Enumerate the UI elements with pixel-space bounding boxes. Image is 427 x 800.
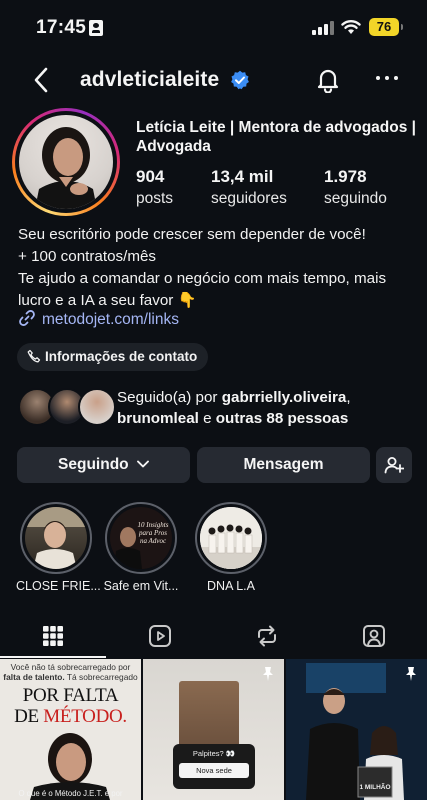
- followed-by-user[interactable]: brunomleal: [117, 410, 199, 427]
- highlight-dna[interactable]: DNA L.A: [191, 502, 271, 593]
- posts-grid: Você não tá sobrecarregado por falta de …: [0, 659, 427, 800]
- post-thumbnail[interactable]: Você não tá sobrecarregado por falta de …: [0, 659, 141, 800]
- stat-followers[interactable]: 13,4 mil seguidores: [211, 167, 287, 208]
- back-arrow-icon[interactable]: [30, 66, 52, 94]
- highlight-label: CLOSE FRIE...: [16, 579, 101, 593]
- tab-reels[interactable]: [107, 614, 213, 658]
- post-thumbnail[interactable]: Palpites? 👀 Nova sede: [143, 659, 284, 800]
- highlight-safe-art-text: 10 Insights para Pros na Advoc: [137, 521, 169, 545]
- stat-posts[interactable]: 904 posts: [136, 167, 173, 208]
- mutual-followers-avatars[interactable]: [18, 388, 118, 428]
- stat-posts-label: posts: [136, 190, 174, 207]
- followed-by-user[interactable]: gabrrielly.oliveira: [222, 389, 347, 406]
- following-button-label: Seguindo: [58, 456, 129, 473]
- repost-icon: [258, 625, 276, 647]
- profile-content-tabs: [0, 614, 427, 658]
- tab-reposts[interactable]: [214, 614, 320, 658]
- post-top-line-bold: falta de talento.: [3, 672, 65, 682]
- wifi-icon: [341, 20, 361, 34]
- more-options-icon[interactable]: [376, 76, 398, 82]
- link-icon: [19, 310, 35, 326]
- highlight-label: Safe em Vit...: [103, 579, 179, 593]
- post-top-line: Você não tá sobrecarregado por: [10, 662, 131, 672]
- profile-link-text: metodojet.com/links: [42, 311, 179, 328]
- status-time: 17:45: [36, 17, 87, 38]
- reels-icon: [149, 625, 171, 647]
- profile-username: advleticialeite: [80, 68, 220, 91]
- bio-line: + 100 contratos/mês: [18, 248, 157, 265]
- stat-posts-value: 904: [136, 167, 165, 186]
- tab-grid[interactable]: [0, 614, 106, 658]
- post-footer-text: O que é o Método J.E.T. e por: [18, 789, 123, 798]
- add-person-icon: [384, 457, 405, 474]
- followed-by-others[interactable]: outras 88 pessoas: [216, 410, 349, 427]
- stat-followers-value: 13,4 mil: [211, 167, 274, 186]
- grid-icon: [43, 626, 63, 646]
- followed-by-text[interactable]: Seguido(a) por gabrrielly.oliveira, brun…: [117, 387, 417, 429]
- post-headline-accent: MÉTODO.: [43, 706, 127, 727]
- profile-display-name: Letícia Leite | Mentora de advogados | A…: [136, 119, 416, 155]
- profile-link[interactable]: metodojet.com/links: [18, 309, 179, 329]
- pin-icon: [263, 667, 273, 681]
- phone-icon: [27, 349, 41, 363]
- contact-info-button[interactable]: Informações de contato: [17, 343, 209, 371]
- stat-following-label: seguindo: [324, 190, 387, 207]
- tab-tagged[interactable]: [321, 614, 427, 658]
- profile-bio: Seu escritório pode crescer sem depender…: [18, 224, 418, 312]
- highlight-label: DNA L.A: [207, 579, 255, 593]
- post-poll-option: Nova sede: [179, 763, 249, 778]
- post-badge-text: 1 MILHÃO: [359, 784, 391, 791]
- profile-header: advleticialeite: [0, 58, 427, 102]
- post-poll-title: Palpites? 👀: [192, 749, 236, 758]
- battery-indicator: 76: [369, 18, 403, 36]
- highlight-safe[interactable]: 10 Insights para Pros na Advoc Safe em V…: [101, 502, 181, 593]
- post-headline: POR FALTA: [22, 685, 119, 706]
- post-top-line-rest: Tá sobrecarregado: [66, 672, 138, 682]
- following-button[interactable]: Seguindo: [17, 447, 190, 483]
- bio-line: Seu escritório pode crescer sem depender…: [18, 226, 366, 243]
- stat-following[interactable]: 1.978 seguindo: [324, 167, 387, 208]
- followed-by-prefix: Seguido(a) por: [117, 389, 218, 406]
- message-button[interactable]: Mensagem: [197, 447, 370, 483]
- followed-by-middle: e: [203, 410, 212, 427]
- verified-badge-icon: [231, 70, 249, 90]
- highlight-close-friends[interactable]: CLOSE FRIE...: [16, 502, 101, 593]
- cellular-signal-icon: [312, 21, 334, 35]
- suggested-users-button[interactable]: [376, 447, 412, 483]
- profile-avatar: [19, 115, 113, 209]
- profile-avatar-ring[interactable]: [12, 108, 120, 216]
- contact-info-label: Informações de contato: [45, 349, 198, 364]
- id-card-icon: [89, 20, 103, 36]
- bio-line: Te ajudo a comandar o negócio com mais t…: [18, 270, 387, 309]
- post-thumbnail[interactable]: 1 MILHÃO: [286, 659, 427, 800]
- post-headline-prefix: DE: [14, 706, 39, 727]
- active-tab-indicator: [0, 656, 106, 658]
- chevron-down-icon: [137, 460, 149, 468]
- mutual-follower-avatar: [78, 388, 116, 426]
- stat-following-value: 1.978: [324, 167, 367, 186]
- stat-followers-label: seguidores: [211, 190, 287, 207]
- notifications-bell-icon[interactable]: [315, 67, 341, 93]
- tagged-person-icon: [363, 625, 385, 647]
- status-bar: 17:45 76: [0, 0, 427, 52]
- pin-icon: [406, 667, 416, 681]
